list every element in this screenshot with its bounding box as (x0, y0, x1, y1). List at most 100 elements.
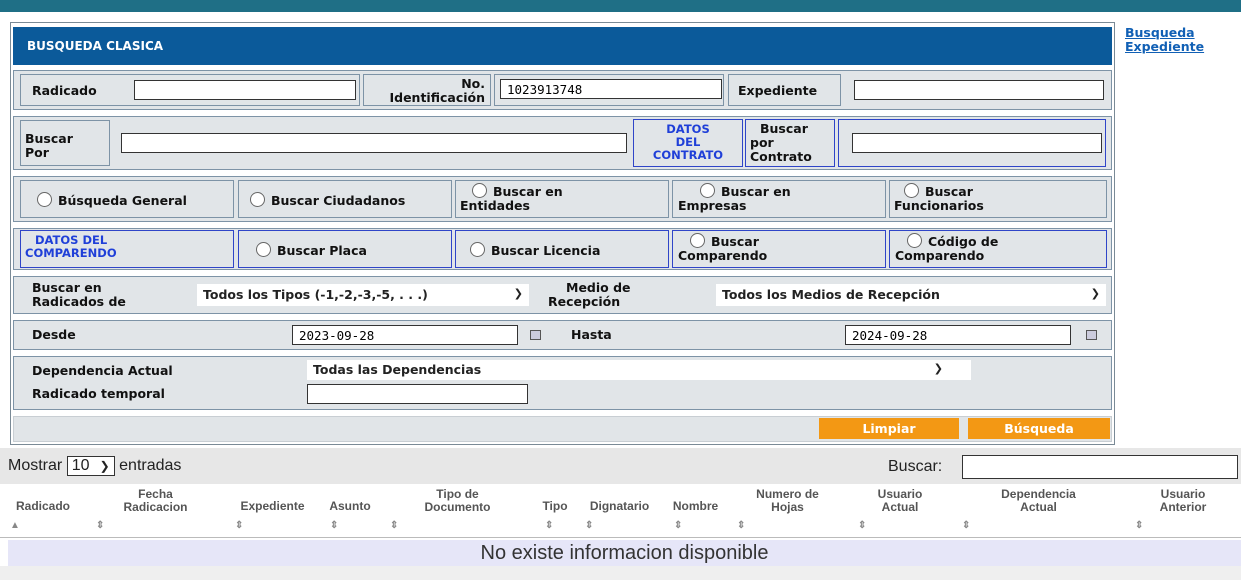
radio-label-2: Entidades (460, 198, 530, 213)
column-header[interactable]: Radicado ▲ (0, 488, 86, 536)
buscar-label: Buscar: (888, 458, 943, 475)
radio-buscar-licencia[interactable]: Buscar Licencia (470, 242, 600, 258)
sort-icon[interactable]: ⇕ (1135, 519, 1143, 532)
column-header[interactable]: Tipo ⇕ (535, 488, 575, 536)
column-header-label-2: Hojas (771, 500, 804, 514)
radio-button-icon[interactable] (472, 183, 487, 198)
desde-input[interactable] (292, 325, 518, 345)
sort-icon[interactable]: ⇕ (390, 519, 398, 532)
medios-select[interactable]: Todos los Medios de Recepción ❯ (716, 284, 1106, 306)
radio-buscar-placa[interactable]: Buscar Placa (256, 242, 367, 258)
calendar-icon[interactable] (530, 330, 541, 340)
medio-label-2: Recepción (548, 294, 621, 309)
top-bar (0, 0, 1241, 12)
form-title: BUSQUEDA CLASICA (13, 27, 1112, 65)
radio-button-icon[interactable] (904, 183, 919, 198)
radio-label-2: Comparendo (678, 248, 768, 263)
table-search-input[interactable] (962, 455, 1238, 479)
sort-icon[interactable]: ⇕ (674, 519, 682, 532)
radio-button-icon[interactable] (256, 242, 271, 257)
radio-label-1: Buscar (925, 184, 973, 199)
radio-buscar-entidades[interactable]: Buscar en Entidades (460, 183, 563, 213)
column-header-label-1: Nombre (672, 499, 719, 513)
radio-button-icon[interactable] (250, 192, 265, 207)
buscar-por-label-1: Buscar (25, 131, 73, 146)
column-header[interactable]: Dignatario ⇕ (575, 488, 664, 536)
buscar-contrato-label: Buscar por Contrato (750, 122, 812, 164)
limpiar-button[interactable]: Limpiar (819, 418, 959, 439)
dependencia-select[interactable]: Todas las Dependencias ❯ (307, 360, 971, 380)
column-header-label-2: Radicacion (123, 500, 188, 514)
link-line-2: Expediente (1125, 39, 1205, 54)
chevron-down-icon: ❯ (1090, 287, 1100, 300)
radio-button-icon[interactable] (700, 183, 715, 198)
chevron-down-icon: ❯ (513, 287, 523, 300)
buscar-contrato-label-2: por (750, 135, 774, 150)
radio-button-icon[interactable] (37, 192, 52, 207)
tipos-select[interactable]: Todos los Tipos (-1,-2,-3,-5, . . .) ❯ (197, 284, 529, 306)
radio-buscar-empresas[interactable]: Buscar en Empresas (678, 183, 791, 213)
sort-icon[interactable]: ⇕ (96, 519, 104, 532)
table-footer (0, 566, 1241, 580)
sort-icon[interactable]: ⇕ (235, 519, 243, 532)
column-header[interactable]: Usuario Anterior ⇕ (1125, 488, 1241, 536)
radio-buscar-comparendo[interactable]: Buscar Comparendo (678, 233, 767, 263)
expediente-label: Expediente (738, 83, 818, 98)
column-header[interactable]: Usuario Actual ⇕ (848, 488, 952, 536)
buscar-contrato-label-1: Buscar (760, 121, 808, 136)
radicado-temporal-label: Radicado temporal (32, 386, 165, 401)
sort-icon[interactable]: ⇕ (962, 519, 970, 532)
buscar-por-label: Buscar Por (25, 132, 73, 160)
datos-comparendo-heading: DATOS DEL COMPARENDO (25, 234, 117, 260)
radio-label-2: Comparendo (895, 248, 985, 263)
column-header[interactable]: Numero de Hojas ⇕ (727, 488, 848, 536)
column-header[interactable]: Expediente ⇕ (225, 488, 320, 536)
radio-label-1: Código de (928, 234, 999, 249)
tipos-select-value: Todos los Tipos (-1,-2,-3,-5, . . .) (203, 287, 428, 302)
radio-button-icon[interactable] (470, 242, 485, 257)
desde-label: Desde (32, 327, 76, 342)
radio-button-icon[interactable] (907, 233, 922, 248)
radicado-temporal-input[interactable] (307, 384, 528, 404)
sort-icon[interactable]: ▲ (10, 519, 20, 532)
column-header-label-2: Anterior (1159, 500, 1207, 514)
busqueda-button[interactable]: Búsqueda (968, 418, 1110, 439)
datos-comparendo-2: COMPARENDO (25, 246, 117, 260)
radio-label: Buscar Licencia (491, 243, 601, 258)
sort-icon[interactable]: ⇕ (545, 519, 553, 532)
radio-button-icon[interactable] (690, 233, 705, 248)
radio-buscar-ciudadanos[interactable]: Buscar Ciudadanos (250, 192, 405, 208)
calendar-icon[interactable] (1086, 330, 1097, 340)
radicado-input[interactable] (134, 80, 356, 100)
sort-icon[interactable]: ⇕ (737, 519, 745, 532)
column-header[interactable]: Dependencia Actual ⇕ (952, 488, 1125, 536)
sort-icon[interactable]: ⇕ (330, 519, 338, 532)
empty-message: No existe informacion disponible (8, 540, 1241, 566)
no-ident-input[interactable] (500, 79, 722, 99)
column-header-label-1: Asunto (329, 499, 371, 513)
buscar-contrato-input[interactable] (852, 133, 1102, 153)
column-header[interactable]: Fecha Radicacion ⇕ (86, 488, 225, 536)
column-header-label-2: Actual (1020, 500, 1057, 514)
column-header[interactable]: Asunto ⇕ (320, 488, 380, 536)
radicado-label: Radicado (32, 83, 97, 98)
column-header-label-1: Expediente (240, 499, 305, 513)
chevron-down-icon: ❯ (933, 362, 943, 375)
buscar-por-input[interactable] (121, 133, 627, 153)
column-header[interactable]: Tipo de Documento ⇕ (380, 488, 535, 536)
column-header-label-2: Actual (881, 500, 919, 514)
buscar-en-label: Buscar en Radicados de (32, 281, 126, 309)
radio-buscar-funcionarios[interactable]: Buscar Funcionarios (894, 183, 984, 213)
medio-label: Medio de Recepción (548, 281, 631, 309)
expediente-input[interactable] (854, 80, 1104, 100)
dependencia-label: Dependencia Actual (32, 363, 173, 378)
column-header-label-1: Radicado (15, 499, 70, 513)
radio-busqueda-general[interactable]: Búsqueda General (37, 192, 187, 208)
hasta-input[interactable] (845, 325, 1071, 345)
sort-icon[interactable]: ⇕ (585, 519, 593, 532)
radio-codigo-comparendo[interactable]: Código de Comparendo (895, 233, 998, 263)
busqueda-expediente-link[interactable]: Busqueda Expediente (1125, 26, 1204, 54)
column-header[interactable]: Nombre ⇕ (664, 488, 727, 536)
sort-icon[interactable]: ⇕ (858, 519, 866, 532)
page-size-select[interactable]: 10 ❯ (66, 456, 115, 476)
